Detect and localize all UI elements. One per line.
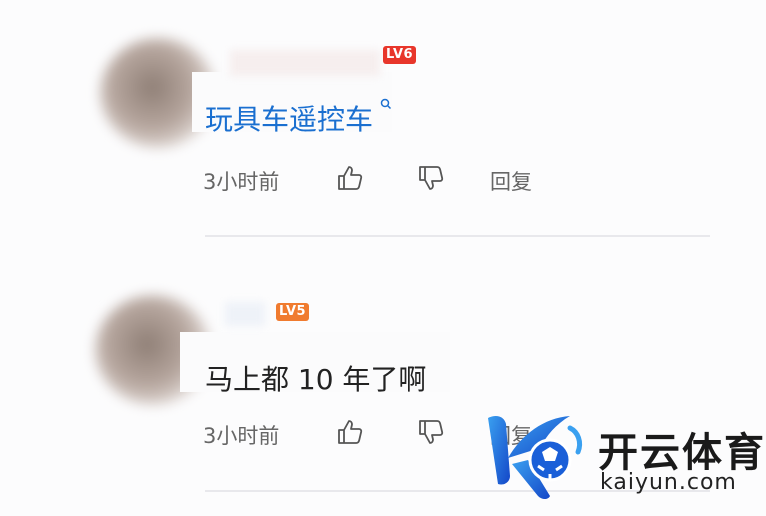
- level-badge: LV6: [383, 46, 417, 64]
- comment-item: LV6 玩具车遥控车 3小时前 回复: [0, 0, 766, 240]
- brand-url: kaiyun.com: [600, 470, 737, 495]
- timestamp: 3小时前: [203, 424, 280, 448]
- timestamp: 3小时前: [203, 170, 280, 194]
- kaiyun-logo-icon: [488, 416, 583, 499]
- username-blur: [230, 50, 380, 76]
- username-blur: [225, 302, 265, 326]
- thumbs-down-icon[interactable]: [416, 163, 446, 193]
- comment-text-search-link[interactable]: 玩具车遥控车: [205, 98, 392, 138]
- reply-button[interactable]: 回复: [490, 166, 532, 196]
- comment-text: 马上都 10 年了啊: [205, 363, 427, 396]
- thumbs-up-icon[interactable]: [335, 417, 365, 447]
- thumbs-down-icon[interactable]: [416, 417, 446, 447]
- thumbs-up-icon[interactable]: [335, 163, 365, 193]
- search-icon: [376, 98, 392, 116]
- comment-text[interactable]: 玩具车遥控车: [205, 103, 373, 136]
- watermark: 开云体育 kaiyun.com: [478, 408, 764, 508]
- level-badge: LV5: [276, 303, 310, 321]
- divider: [205, 235, 710, 237]
